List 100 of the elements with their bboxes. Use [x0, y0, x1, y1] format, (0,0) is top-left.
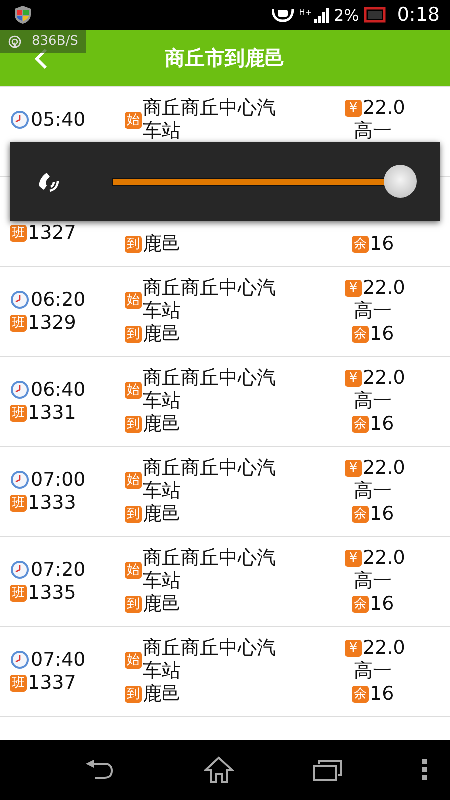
seat-class: 高一: [354, 480, 392, 503]
departure-time: 05:40: [31, 108, 86, 132]
bus-number: 1327: [28, 222, 76, 244]
tag-label: 始: [125, 112, 142, 128]
tag-label: 到: [125, 416, 142, 433]
start-station: 商丘商丘中心汽: [143, 97, 276, 120]
start-station: 车站: [143, 300, 182, 323]
start-station: 商丘商丘中心汽: [143, 277, 276, 300]
tag-label: 到: [125, 506, 142, 523]
departure-time: 07:40: [31, 648, 86, 672]
tag-label: 班: [10, 404, 27, 422]
signal-icon: [312, 7, 329, 23]
start-station: 车站: [143, 660, 182, 683]
tag-label: 班: [10, 224, 27, 242]
start-station: 商丘商丘中心汽: [143, 457, 276, 480]
bus-number: 1333: [28, 492, 76, 514]
seat-class: 高一: [354, 300, 392, 323]
ticket-price: 22.0: [363, 367, 406, 390]
seats-left: 16: [370, 413, 394, 436]
tag-label: 余: [352, 236, 369, 253]
seat-class: 高一: [354, 570, 392, 593]
bus-number: 1331: [28, 402, 76, 424]
tag-label: 班: [10, 494, 27, 512]
seats-left: 16: [370, 323, 394, 346]
tag-label: 始: [125, 472, 142, 488]
tag-label: 余: [352, 686, 369, 703]
start-station: 车站: [143, 480, 182, 503]
start-station: 商丘商丘中心汽: [143, 367, 276, 390]
seats-left: 16: [370, 593, 394, 616]
start-station: 车站: [143, 120, 182, 143]
tag-label: 班: [10, 584, 27, 602]
bus-number: 1335: [28, 582, 76, 604]
page-title: 商丘市到鹿邑: [165, 44, 285, 72]
tag-label: 余: [352, 506, 369, 523]
clock-time: 0:18: [397, 4, 440, 26]
tag-label: ¥: [345, 370, 362, 387]
tag-label: ¥: [345, 640, 362, 657]
tag-label: 始: [125, 382, 142, 398]
ticket-price: 22.0: [363, 547, 406, 570]
net-speed: 836B/S: [32, 34, 78, 49]
seats-left: 16: [370, 503, 394, 526]
shield-icon: [14, 5, 32, 25]
tag-label: 班: [10, 314, 27, 332]
end-station: 鹿邑: [143, 593, 181, 616]
ticket-price: 22.0: [363, 457, 406, 480]
seat-class: 高一: [354, 660, 392, 683]
ticket-price: 22.0: [363, 277, 406, 300]
slider-thumb[interactable]: [384, 164, 417, 198]
tag-label: 余: [352, 596, 369, 613]
home-icon[interactable]: [204, 756, 234, 784]
ticket-price: 22.0: [363, 637, 406, 660]
seats-left: 16: [370, 233, 394, 256]
seat-class: 高一: [354, 120, 392, 143]
tag-label: 余: [352, 326, 369, 343]
tag-label: ¥: [345, 460, 362, 477]
end-station: 鹿邑: [143, 323, 181, 346]
back-icon[interactable]: [85, 759, 115, 781]
menu-icon[interactable]: [422, 759, 428, 781]
start-station: 车站: [143, 390, 182, 413]
clock-icon: [10, 290, 30, 310]
seats-left: 16: [370, 683, 394, 706]
battery-icon: [364, 7, 386, 23]
start-station: 车站: [143, 570, 182, 593]
clock-icon: [10, 560, 30, 580]
end-station: 鹿邑: [143, 503, 181, 526]
hands-icon: [272, 7, 294, 23]
departure-time: 07:20: [31, 558, 86, 582]
clock-icon: [10, 470, 30, 490]
tag-label: ¥: [345, 100, 362, 117]
tag-label: ¥: [345, 550, 362, 567]
tag-label: 到: [125, 326, 142, 343]
tag-label: 到: [125, 686, 142, 703]
tag-label: 始: [125, 652, 142, 668]
clock-icon: [10, 380, 30, 400]
tag-label: ¥: [345, 280, 362, 297]
tag-label: 始: [125, 292, 142, 308]
tag-label: 始: [125, 562, 142, 578]
start-station: 商丘商丘中心汽: [143, 547, 276, 570]
departure-time: 07:00: [31, 468, 86, 492]
recent-apps-icon[interactable]: [313, 758, 343, 782]
departure-time: 06:20: [31, 288, 86, 312]
tag-label: 余: [352, 416, 369, 433]
volume-slider[interactable]: [112, 165, 418, 198]
tag-label: 班: [10, 674, 27, 692]
network-type: H+: [299, 8, 312, 17]
clock-icon: [10, 110, 30, 130]
end-station: 鹿邑: [143, 413, 181, 436]
bus-number: 1329: [28, 312, 76, 334]
seat-class: 高一: [354, 390, 392, 413]
wireless-icon: [8, 34, 22, 48]
ticket-price: 22.0: [363, 97, 406, 120]
departure-time: 06:40: [31, 378, 86, 402]
end-station: 鹿邑: [143, 683, 181, 706]
end-station: 鹿邑: [143, 233, 181, 256]
clock-icon: [10, 650, 30, 670]
battery-percent: 2%: [334, 6, 360, 24]
bus-number: 1337: [28, 672, 76, 694]
tag-label: 到: [125, 596, 142, 613]
tag-label: 到: [125, 236, 142, 253]
start-station: 商丘商丘中心汽: [143, 637, 276, 660]
